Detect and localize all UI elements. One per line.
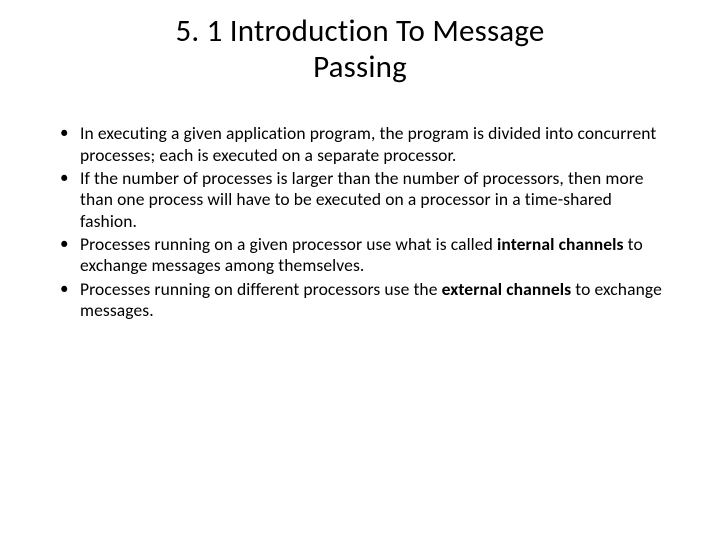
list-item: If the number of processes is larger tha… — [52, 168, 668, 232]
bullet-bold: external channels — [442, 278, 572, 300]
bullet-list: In executing a given application program… — [52, 123, 668, 321]
slide-body: In executing a given application program… — [0, 85, 720, 321]
bullet-text: Processes running on a given processor u… — [80, 233, 497, 255]
slide-title: 5. 1 Introduction To Message Passing — [0, 0, 720, 85]
bullet-bold: internal channels — [497, 233, 624, 255]
title-line-2: Passing — [313, 48, 407, 86]
bullet-text: Processes running on different processor… — [80, 278, 442, 300]
list-item: Processes running on different processor… — [52, 279, 668, 322]
list-item: Processes running on a given processor u… — [52, 234, 668, 277]
bullet-text: In executing a given application program… — [80, 122, 656, 165]
bullet-text: If the number of processes is larger tha… — [80, 167, 644, 232]
title-line-1: 5. 1 Introduction To Message — [175, 12, 544, 50]
slide: 5. 1 Introduction To Message Passing In … — [0, 0, 720, 540]
list-item: In executing a given application program… — [52, 123, 668, 166]
